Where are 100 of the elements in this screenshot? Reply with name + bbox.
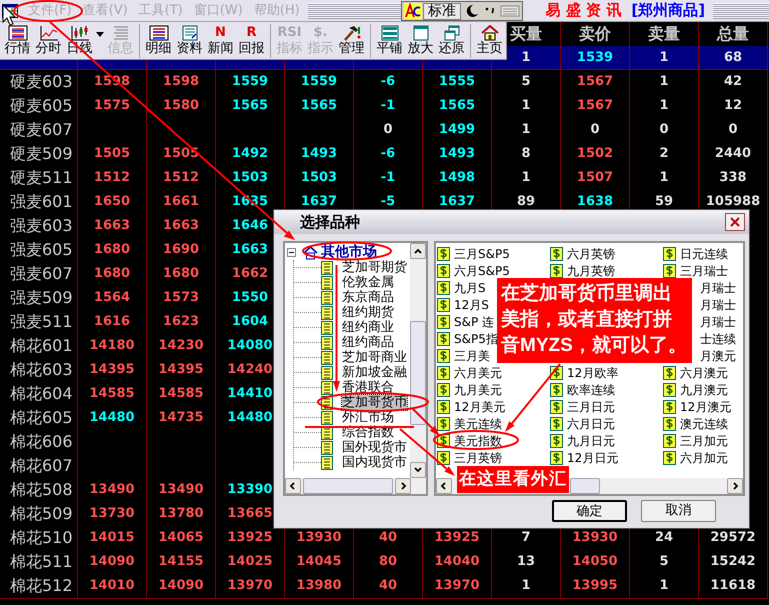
cell-value: 40 [378,577,398,596]
cell-value: 14585 [89,385,135,404]
cell-value: 1502 [576,145,614,164]
cell-value: 0 [590,121,600,140]
product-name: 强麦509 [10,287,73,309]
product-name: 棉花511 [10,551,73,573]
cell-value: 13995 [572,577,618,596]
cell-value: 13390 [227,481,273,500]
cell-value: 105988 [706,193,760,212]
cell-value: 14480 [227,409,273,428]
cell-value: 14090 [158,577,204,596]
cell-value: 1680 [94,241,130,260]
cell-value: 1493 [300,145,338,164]
cell-value: 1565 [438,97,476,116]
cell-value: 1637 [438,193,476,212]
cell-value: 1680 [94,265,130,284]
cell-value: 14025 [227,553,273,572]
cell-value: 1580 [162,97,200,116]
market-name: [郑州商品] [631,0,706,22]
cell-value: 1 [659,97,669,116]
cell-value: 1661 [162,193,200,212]
cell-value: 1559 [232,73,268,92]
cell-value: 1567 [576,97,614,116]
cell-value: 7 [521,529,531,548]
product-name: 棉花603 [10,359,73,381]
cell-value: 1573 [162,289,200,308]
product-name: 棉花607 [10,455,73,477]
cell-value: 14015 [89,529,135,548]
cell-value: 1575 [94,97,130,116]
cell-value: 8 [521,145,531,164]
cell-value: 13490 [158,481,204,500]
cell-value: 13925 [434,529,480,548]
cell-value: 1638 [576,193,614,212]
cell-value: 14065 [158,529,204,548]
cell-value: 14050 [572,553,618,572]
cell-value: 80 [378,553,398,572]
product-name: 棉花606 [10,431,73,453]
cell-value: 13 [516,553,536,572]
cell-value: -6 [380,73,396,92]
cell-value: 1555 [438,73,476,92]
cell-value: 13730 [89,505,135,524]
cell-value: 14040 [434,553,480,572]
cell-value: 14410 [227,385,273,404]
cell-value: 1 [659,48,669,67]
cell-value: 1550 [232,289,268,308]
cell-value: 1662 [232,265,268,284]
product-name: 强麦603 [10,215,73,237]
cell-value: 1 [521,97,531,116]
cell-value: 1663 [94,217,130,236]
cell-value: 14240 [227,361,273,380]
cell-value: 14480 [89,409,135,428]
column-header: 总量 [717,23,749,45]
cell-value: 5 [659,553,669,572]
cell-value: 14735 [158,409,204,428]
cell-value: 14090 [89,553,135,572]
cell-value: 14155 [158,553,204,572]
cell-value: -1 [380,169,396,188]
cell-value: 59 [654,193,674,212]
cell-value: 29572 [710,529,756,548]
cell-value: 1598 [162,73,200,92]
cell-value: 1680 [162,265,200,284]
cell-value: 1 [521,121,531,140]
cell-value: 1646 [232,217,268,236]
product-name: 棉花510 [10,527,73,549]
cell-value: 12 [724,97,742,116]
cell-value: 1 [659,169,669,188]
cell-value: 89 [516,193,536,212]
cell-value: 1690 [162,241,200,260]
product-name: 棉花601 [10,335,73,357]
cell-value: 13930 [572,529,618,548]
product-name: 硬麦607 [10,119,73,141]
cell-value: 5 [521,73,531,92]
cell-value: 1567 [576,73,614,92]
cell-value: 1637 [300,193,338,212]
cell-value: 11618 [710,577,756,596]
cell-value: 42 [724,73,742,92]
cell-value: 13925 [227,529,273,548]
dialog-title: 选择品种 [300,212,360,233]
cell-value: 1512 [94,169,130,188]
product-name: 硬麦511 [10,167,73,189]
cell-value: 1503 [300,169,338,188]
cell-value: 1 [659,73,669,92]
cell-value: 14230 [158,337,204,356]
cell-value: 0 [728,121,738,140]
cell-value: 2 [659,145,669,164]
cell-value: 2440 [714,145,752,164]
column-header: 卖量 [648,23,680,45]
cell-value: 14395 [89,361,135,380]
cell-value: 1663 [162,217,200,236]
cell-value: 1565 [232,97,268,116]
cell-value: -1 [380,97,396,116]
cell-value: 13780 [158,505,204,524]
product-name: 棉花508 [10,479,73,501]
cell-value: 13930 [296,529,342,548]
cell-value: 1 [521,577,531,596]
cell-value: 14180 [89,337,135,356]
cell-value: -6 [380,145,396,164]
product-name: 硬麦509 [10,143,73,165]
cell-value: 1564 [94,289,130,308]
cell-value: 68 [724,48,742,67]
